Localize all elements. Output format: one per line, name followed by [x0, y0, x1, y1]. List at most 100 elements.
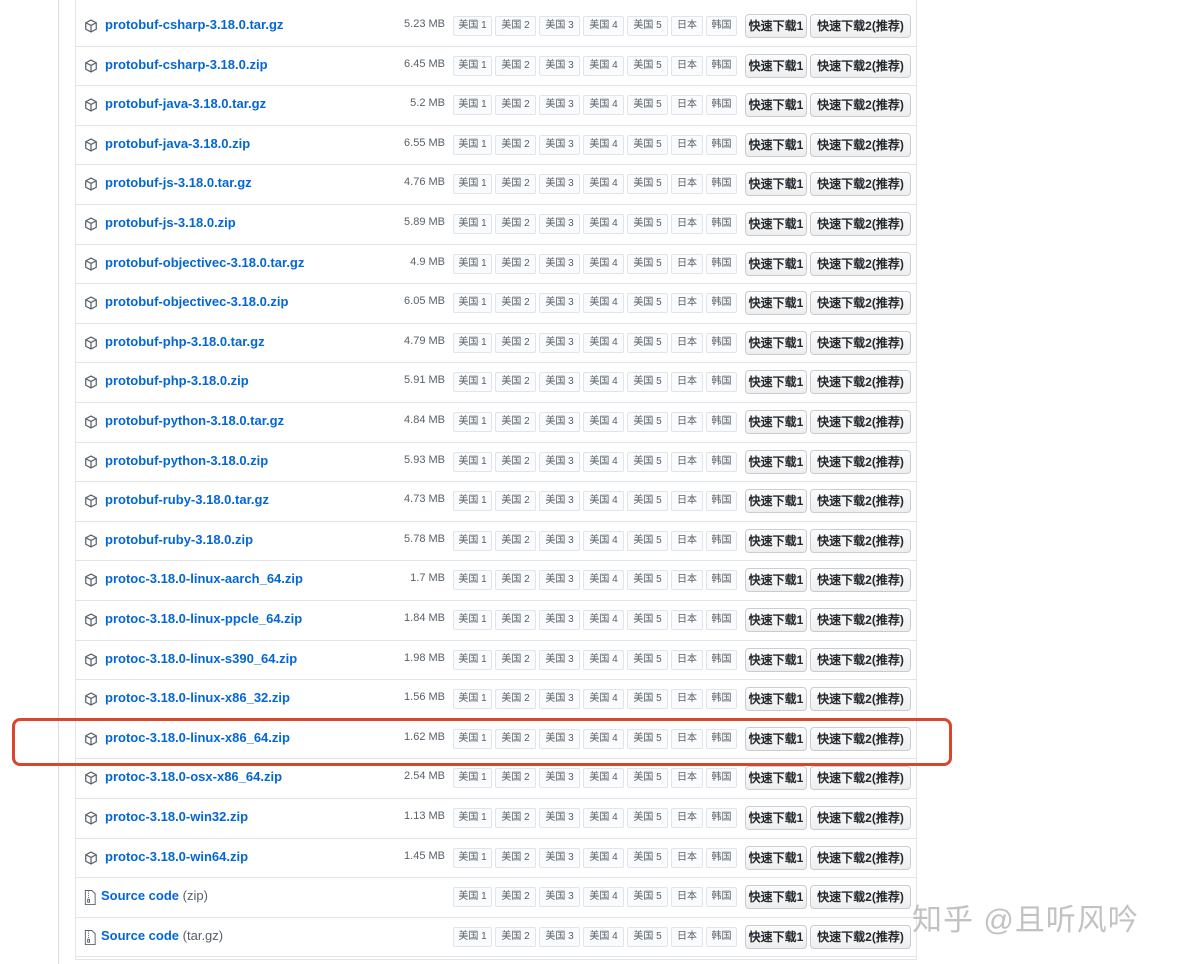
- mirror-button-3[interactable]: 美国 3: [539, 689, 580, 710]
- mirror-button-6[interactable]: 日本: [671, 491, 703, 512]
- mirror-button-3[interactable]: 美国 3: [539, 253, 580, 274]
- mirror-button-5[interactable]: 美国 5: [627, 570, 668, 591]
- mirror-button-5[interactable]: 美国 5: [627, 412, 668, 432]
- mirror-button-5[interactable]: 美国 5: [627, 95, 668, 116]
- fast-download-2-button[interactable]: 快速下载2(推荐): [810, 93, 911, 118]
- mirror-button-3[interactable]: 美国 3: [539, 530, 580, 551]
- mirror-button-7[interactable]: 韩国: [706, 926, 737, 947]
- fast-download-2-button[interactable]: 快速下载2(推荐): [810, 53, 911, 78]
- mirror-button-2[interactable]: 美国 2: [495, 174, 536, 195]
- asset-link-protobuf-ruby-3-18-0-zip[interactable]: protobuf-ruby-3.18.0.zip: [105, 532, 253, 547]
- mirror-button-3[interactable]: 美国 3: [539, 610, 580, 630]
- mirror-button-2[interactable]: 美国 2: [495, 214, 536, 234]
- mirror-button-4[interactable]: 美国 4: [583, 16, 624, 36]
- mirror-button-5[interactable]: 美国 5: [627, 293, 668, 314]
- fast-download-2-button[interactable]: 快速下载2(推荐): [810, 885, 911, 910]
- mirror-button-5[interactable]: 美国 5: [627, 16, 668, 36]
- mirror-button-1[interactable]: 美国 1: [453, 332, 492, 353]
- fast-download-2-button[interactable]: 快速下载2(推荐): [810, 726, 911, 751]
- mirror-button-1[interactable]: 美国 1: [453, 768, 492, 789]
- mirror-button-3[interactable]: 美国 3: [539, 16, 580, 36]
- mirror-button-5[interactable]: 美国 5: [627, 134, 668, 155]
- mirror-button-1[interactable]: 美国 1: [453, 451, 492, 472]
- mirror-button-7[interactable]: 韩国: [706, 847, 737, 868]
- mirror-button-6[interactable]: 日本: [671, 847, 703, 868]
- fast-download-1-button[interactable]: 快速下载1: [745, 53, 807, 78]
- mirror-button-4[interactable]: 美国 4: [583, 570, 624, 591]
- fast-download-1-button[interactable]: 快速下载1: [745, 568, 807, 593]
- mirror-button-1[interactable]: 美国 1: [453, 926, 492, 947]
- mirror-button-2[interactable]: 美国 2: [495, 649, 536, 670]
- mirror-button-5[interactable]: 美国 5: [627, 768, 668, 789]
- fast-download-1-button[interactable]: 快速下载1: [745, 132, 807, 157]
- mirror-button-6[interactable]: 日本: [671, 610, 703, 630]
- fast-download-2-button[interactable]: 快速下载2(推荐): [810, 172, 911, 197]
- mirror-button-7[interactable]: 韩国: [706, 728, 737, 749]
- mirror-button-4[interactable]: 美国 4: [583, 134, 624, 155]
- mirror-button-4[interactable]: 美国 4: [583, 808, 624, 828]
- mirror-button-4[interactable]: 美国 4: [583, 253, 624, 274]
- mirror-button-3[interactable]: 美国 3: [539, 55, 580, 76]
- mirror-button-4[interactable]: 美国 4: [583, 451, 624, 472]
- asset-link-protoc-3-18-0-linux-ppcle-64-zip[interactable]: protoc-3.18.0-linux-ppcle_64.zip: [105, 611, 302, 626]
- mirror-button-1[interactable]: 美国 1: [453, 55, 492, 76]
- asset-link-protoc-3-18-0-win64-zip[interactable]: protoc-3.18.0-win64.zip: [105, 849, 248, 864]
- mirror-button-7[interactable]: 韩国: [706, 451, 737, 472]
- mirror-button-6[interactable]: 日本: [671, 412, 703, 432]
- mirror-button-2[interactable]: 美国 2: [495, 372, 536, 393]
- fast-download-2-button[interactable]: 快速下载2(推荐): [810, 291, 911, 316]
- mirror-button-2[interactable]: 美国 2: [495, 610, 536, 630]
- asset-link-protoc-3-18-0-linux-x86-32-zip[interactable]: protoc-3.18.0-linux-x86_32.zip: [105, 690, 290, 705]
- mirror-button-2[interactable]: 美国 2: [495, 728, 536, 749]
- mirror-button-2[interactable]: 美国 2: [495, 95, 536, 116]
- asset-link-protoc-3-18-0-win32-zip[interactable]: protoc-3.18.0-win32.zip: [105, 809, 248, 824]
- mirror-button-2[interactable]: 美国 2: [495, 689, 536, 710]
- asset-link-protobuf-csharp-3-18-0-zip[interactable]: protobuf-csharp-3.18.0.zip: [105, 57, 268, 72]
- mirror-button-7[interactable]: 韩国: [706, 16, 737, 36]
- mirror-button-2[interactable]: 美国 2: [495, 847, 536, 868]
- mirror-button-3[interactable]: 美国 3: [539, 293, 580, 314]
- mirror-button-3[interactable]: 美国 3: [539, 332, 580, 353]
- fast-download-2-button[interactable]: 快速下载2(推荐): [810, 806, 911, 830]
- fast-download-2-button[interactable]: 快速下载2(推荐): [810, 845, 911, 870]
- mirror-button-4[interactable]: 美国 4: [583, 293, 624, 314]
- mirror-button-3[interactable]: 美国 3: [539, 926, 580, 947]
- mirror-button-4[interactable]: 美国 4: [583, 530, 624, 551]
- mirror-button-2[interactable]: 美国 2: [495, 332, 536, 353]
- mirror-button-4[interactable]: 美国 4: [583, 689, 624, 710]
- mirror-button-2[interactable]: 美国 2: [495, 491, 536, 512]
- mirror-button-5[interactable]: 美国 5: [627, 610, 668, 630]
- asset-link-protoc-3-18-0-linux-aarch-64-zip[interactable]: protoc-3.18.0-linux-aarch_64.zip: [105, 571, 303, 586]
- mirror-button-5[interactable]: 美国 5: [627, 332, 668, 353]
- mirror-button-4[interactable]: 美国 4: [583, 610, 624, 630]
- mirror-button-3[interactable]: 美国 3: [539, 134, 580, 155]
- mirror-button-6[interactable]: 日本: [671, 372, 703, 393]
- mirror-button-6[interactable]: 日本: [671, 570, 703, 591]
- mirror-button-5[interactable]: 美国 5: [627, 55, 668, 76]
- mirror-button-2[interactable]: 美国 2: [495, 926, 536, 947]
- mirror-button-6[interactable]: 日本: [671, 689, 703, 710]
- mirror-button-3[interactable]: 美国 3: [539, 412, 580, 432]
- mirror-button-5[interactable]: 美国 5: [627, 689, 668, 710]
- mirror-button-5[interactable]: 美国 5: [627, 174, 668, 195]
- mirror-button-6[interactable]: 日本: [671, 214, 703, 234]
- mirror-button-5[interactable]: 美国 5: [627, 253, 668, 274]
- mirror-button-5[interactable]: 美国 5: [627, 214, 668, 234]
- mirror-button-1[interactable]: 美国 1: [453, 808, 492, 828]
- mirror-button-6[interactable]: 日本: [671, 253, 703, 274]
- mirror-button-5[interactable]: 美国 5: [627, 530, 668, 551]
- mirror-button-4[interactable]: 美国 4: [583, 412, 624, 432]
- mirror-button-7[interactable]: 韩国: [706, 55, 737, 76]
- mirror-button-2[interactable]: 美国 2: [495, 293, 536, 314]
- mirror-button-3[interactable]: 美国 3: [539, 451, 580, 472]
- mirror-button-2[interactable]: 美国 2: [495, 55, 536, 76]
- mirror-button-1[interactable]: 美国 1: [453, 134, 492, 155]
- mirror-button-6[interactable]: 日本: [671, 134, 703, 155]
- mirror-button-1[interactable]: 美国 1: [453, 689, 492, 710]
- asset-link-protoc-3-18-0-osx-x86-64-zip[interactable]: protoc-3.18.0-osx-x86_64.zip: [105, 769, 282, 784]
- mirror-button-1[interactable]: 美国 1: [453, 16, 492, 36]
- mirror-button-1[interactable]: 美国 1: [453, 728, 492, 749]
- mirror-button-7[interactable]: 韩国: [706, 95, 737, 116]
- fast-download-2-button[interactable]: 快速下载2(推荐): [810, 766, 911, 791]
- mirror-button-2[interactable]: 美国 2: [495, 887, 536, 908]
